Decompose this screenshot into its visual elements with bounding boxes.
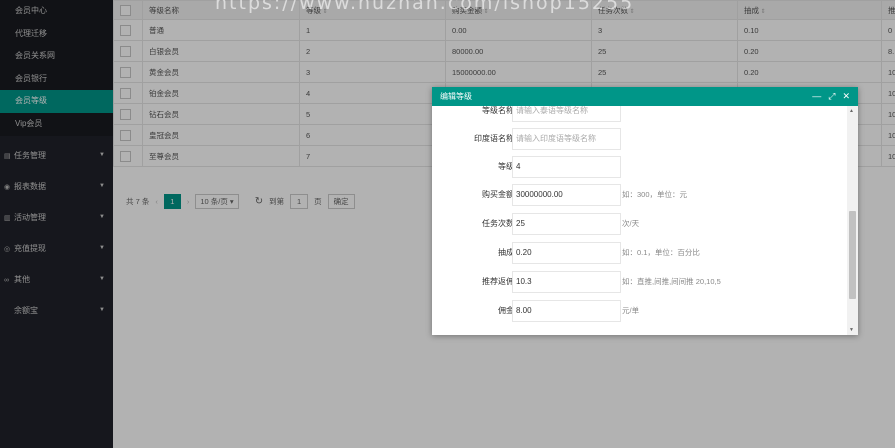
field-label: 印度语名称	[474, 134, 514, 143]
field-hint: 如：300，单位：元	[622, 190, 688, 199]
field-label: 任务次数	[482, 219, 514, 228]
edit-level-dialog: 编辑等级 — ⤢ ✕ 等级名称 请输入泰语等级名称 印度语名称 请输入印度语等级名称等…	[432, 87, 858, 335]
field-label: 购买金额	[482, 190, 514, 199]
form-row: 抽成 0.20 如：0.1，单位：百分比	[432, 242, 846, 264]
dialog-scrollbar[interactable]: ▲ ▼	[847, 106, 858, 335]
form-row: 推荐返佣 10.3 如：直推,间推,间间推 20,10,5	[432, 271, 846, 293]
form-row: 等级 4	[432, 156, 846, 178]
form-row: 任务次数 25 次/天	[432, 213, 846, 235]
field-input[interactable]: 请输入泰语等级名称	[512, 106, 621, 122]
field-input[interactable]: 10.3	[512, 271, 621, 293]
minimize-icon[interactable]: —	[812, 87, 821, 106]
dialog-titlebar: 编辑等级 — ⤢ ✕	[432, 87, 858, 106]
close-icon[interactable]: ✕	[842, 87, 850, 106]
dialog-form: 等级名称 请输入泰语等级名称 印度语名称 请输入印度语等级名称 等级 4 购买金额 30000…	[432, 106, 846, 335]
field-hint: 如：0.1，单位：百分比	[622, 248, 700, 257]
field-input[interactable]: 8.00	[512, 300, 621, 322]
field-label: 等级名称	[482, 106, 514, 115]
form-row: 等级名称 请输入泰语等级名称	[432, 106, 846, 122]
field-hint: 元/单	[622, 306, 640, 315]
field-input[interactable]: 25	[512, 213, 621, 235]
scroll-down-icon[interactable]: ▼	[849, 327, 854, 333]
field-input[interactable]: 4	[512, 156, 621, 178]
field-input[interactable]: 请输入印度语等级名称	[512, 128, 621, 150]
dialog-title: 编辑等级	[440, 92, 472, 101]
field-input[interactable]: 0.20	[512, 242, 621, 264]
watermark-text: https://www.huzhan.com/ishop15255	[215, 0, 635, 14]
scroll-thumb[interactable]	[849, 211, 856, 299]
form-row: 购买金额 30000000.00 如：300，单位：元	[432, 184, 846, 206]
field-input[interactable]: 30000000.00	[512, 184, 621, 206]
field-label: 推荐返佣	[482, 277, 514, 286]
maximize-icon[interactable]: ⤢	[828, 87, 835, 106]
field-hint: 如：直推,间推,间间推 20,10,5	[622, 277, 721, 286]
scroll-up-icon[interactable]: ▲	[849, 108, 854, 114]
form-row: 佣金 8.00 元/单	[432, 300, 846, 322]
form-row: 印度语名称 请输入印度语等级名称	[432, 128, 846, 150]
field-hint: 次/天	[622, 219, 640, 228]
